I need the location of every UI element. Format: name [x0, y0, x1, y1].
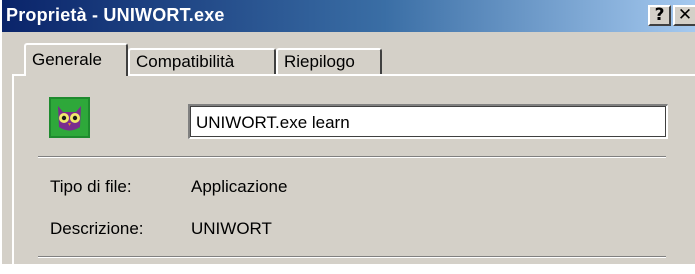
separator	[38, 256, 666, 258]
close-button[interactable]: ✕	[673, 5, 695, 26]
tab-compatibilita[interactable]: Compatibilità	[128, 48, 276, 74]
file-type-value: Applicazione	[191, 177, 288, 196]
description-value: UNIWORT	[191, 219, 272, 238]
help-button[interactable]: ?	[648, 5, 671, 26]
title-bar[interactable]: Proprietà - UNIWORT.exe ? ✕	[2, 0, 695, 32]
properties-dialog: Proprietà - UNIWORT.exe ? ✕ Generale Com…	[0, 0, 695, 274]
window-title: Proprietà - UNIWORT.exe	[6, 5, 225, 25]
separator	[38, 156, 666, 158]
help-icon: ?	[654, 5, 665, 25]
description-label: Descrizione:	[50, 219, 144, 238]
tab-generale[interactable]: Generale	[24, 43, 128, 76]
file-type-label: Tipo di file:	[50, 177, 132, 196]
owl-app-icon	[49, 97, 90, 138]
close-icon: ✕	[677, 5, 693, 25]
tab-riepilogo[interactable]: Riepilogo	[276, 48, 382, 74]
file-name-field[interactable]	[188, 104, 668, 139]
